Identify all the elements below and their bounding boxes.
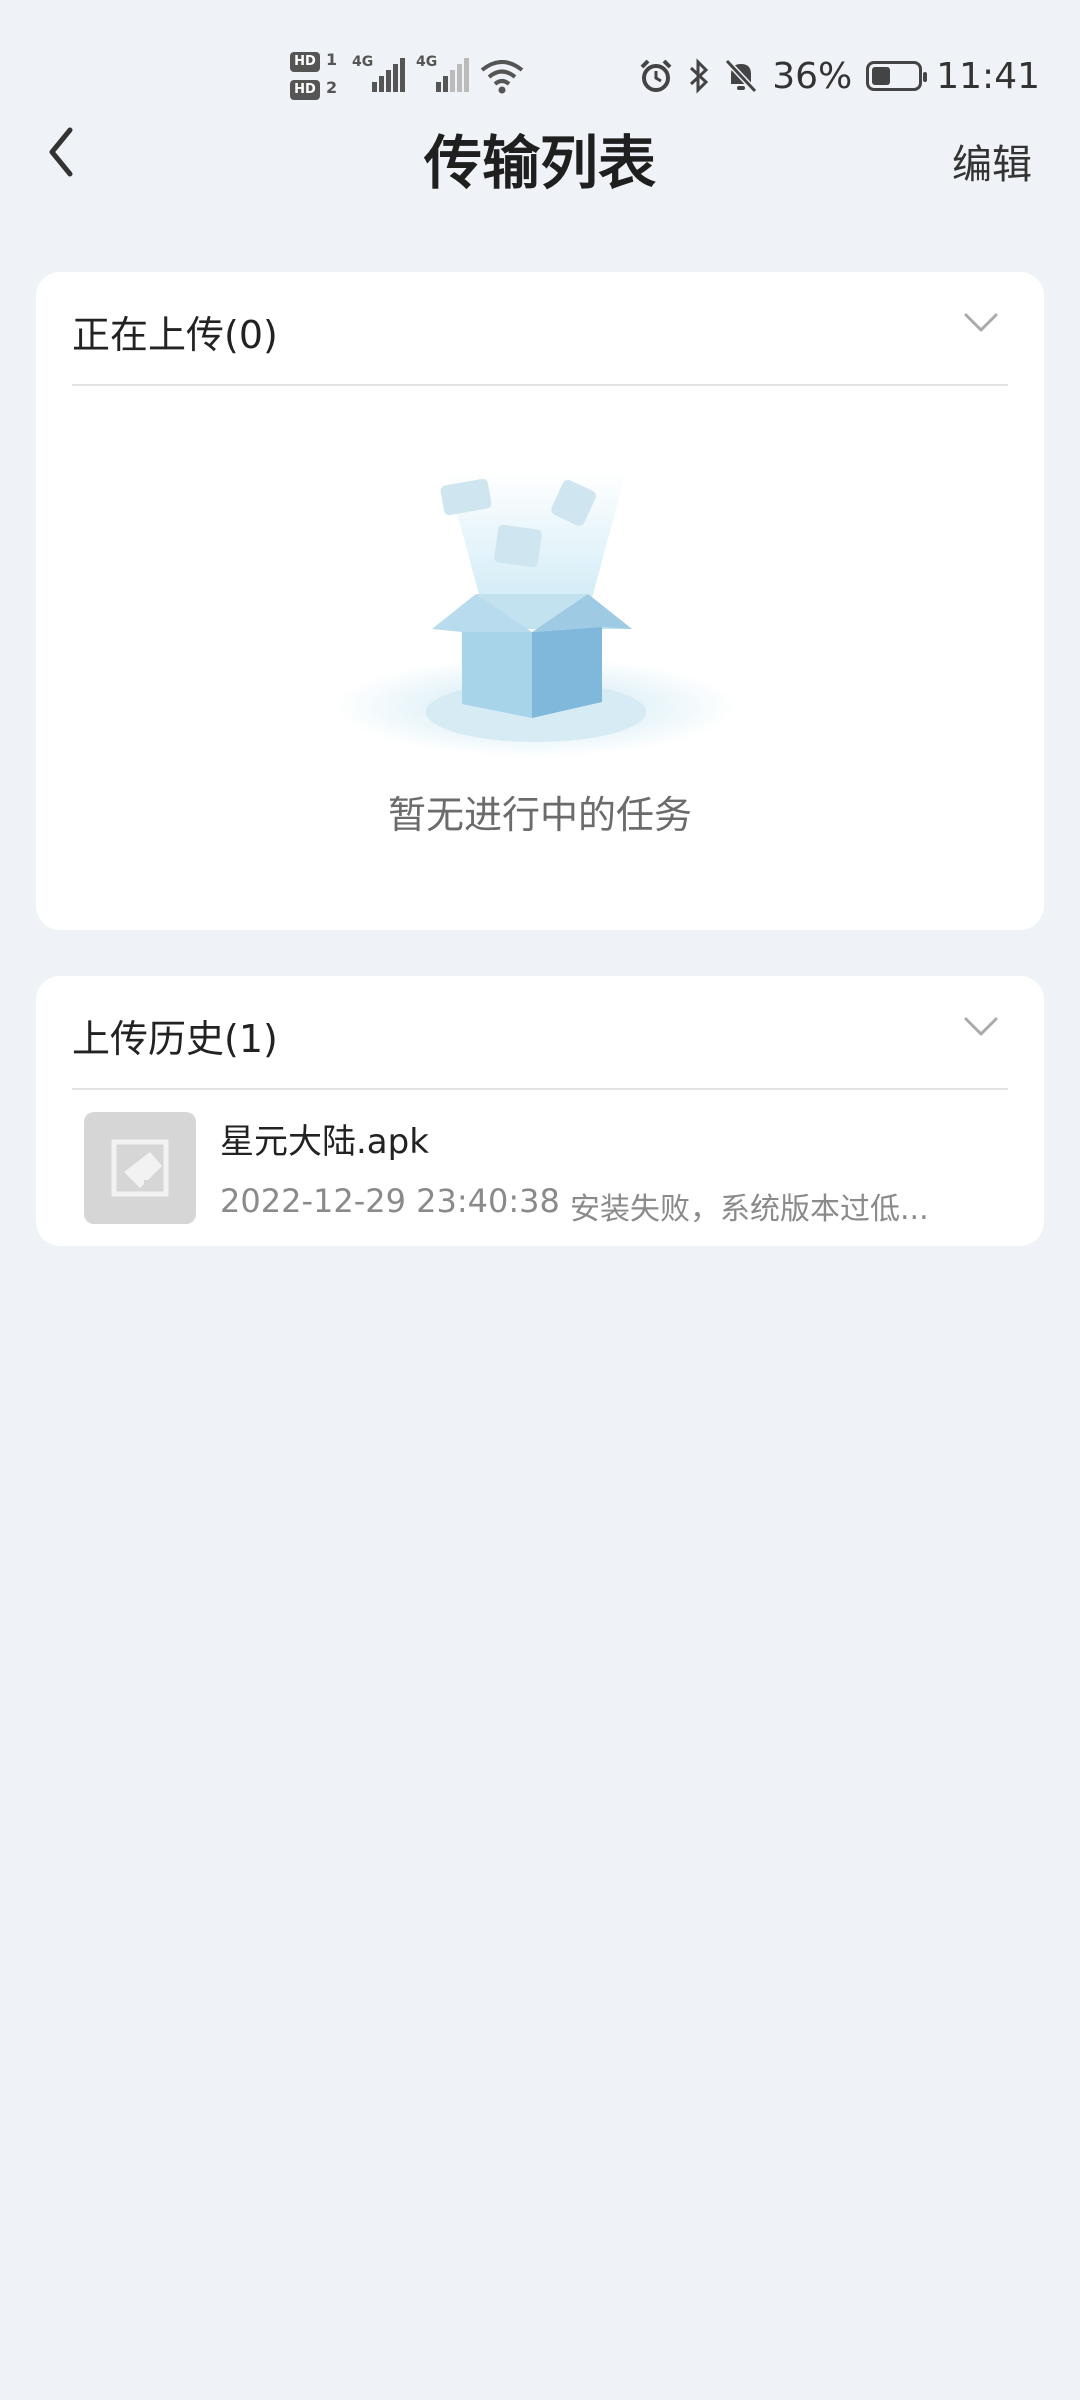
sim-indicators: HD 1 HD 2 [290, 50, 337, 106]
wifi-icon [480, 60, 524, 94]
bluetooth-icon [690, 58, 709, 94]
file-timestamp: 2022-12-29 23:40:38 [220, 1182, 560, 1220]
signal2-bars-icon [436, 58, 470, 92]
file-thumbnail [84, 1112, 196, 1224]
history-header[interactable]: 上传历史(1) [72, 976, 1008, 1090]
uploading-title: 正在上传(0) [72, 313, 278, 357]
sim1-number: 1 [326, 50, 338, 69]
page-title: 传输列表 [423, 129, 656, 197]
file-name: 星元大陆.apk [220, 1122, 429, 1162]
sim1-hd-badge: HD [290, 52, 320, 72]
chevron-down-icon[interactable] [964, 312, 998, 334]
mute-icon [725, 58, 758, 94]
clock: 11:41 [936, 55, 1040, 97]
sim2-hd-badge: HD [290, 80, 320, 100]
status-right: 36% 11:41 [638, 55, 1040, 97]
battery-icon [866, 61, 928, 91]
alarm-icon [640, 59, 672, 92]
empty-box-illustration [336, 472, 736, 757]
signal2-label: 4G [416, 54, 438, 70]
app-header: 传输列表 编辑 [0, 110, 1080, 200]
file-status: 安装失败，系统版本过低... [570, 1192, 929, 1227]
uploading-section: 正在上传(0) 暂无进行中的任务 [36, 272, 1044, 930]
history-section: 上传历史(1) 星元大陆.apk 2022-12-29 23:40:38 安装失… [36, 976, 1044, 1246]
signal1-bars-icon [372, 58, 406, 92]
apk-file-icon [111, 1139, 169, 1197]
uploading-header[interactable]: 正在上传(0) [72, 272, 1008, 386]
battery-percent: 36% [772, 55, 853, 97]
empty-state-text: 暂无进行中的任务 [387, 793, 692, 837]
chevron-down-icon[interactable] [964, 1016, 998, 1038]
edit-button[interactable]: 编辑 [952, 132, 1032, 190]
sim2-number: 2 [326, 78, 338, 97]
signal1-label: 4G [352, 54, 374, 70]
history-title: 上传历史(1) [72, 1017, 278, 1061]
